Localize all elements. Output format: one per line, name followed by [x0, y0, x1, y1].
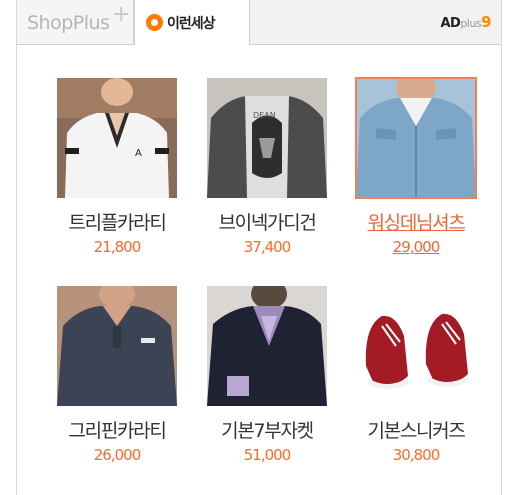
svg-text:DEAN: DEAN	[253, 111, 276, 120]
product-price: 21,800	[93, 238, 142, 256]
tab-ireon-sesang[interactable]: 이런세상	[134, 0, 250, 45]
tab-ireon-sesang-label: 이런세상	[167, 16, 216, 32]
product-price: 29,000	[392, 238, 441, 256]
adplus-word: plus	[460, 17, 482, 30]
product-price: 26,000	[93, 446, 142, 464]
product-price: 37,400	[243, 238, 292, 256]
product-image[interactable]	[355, 77, 477, 199]
shopping-widget: ShopPlus + 이런세상 ADplus9 A 트리플카라티 21,800 …	[16, 0, 502, 495]
product-image[interactable]: DEAN	[207, 78, 327, 198]
shopplus-label: ShopPlus	[27, 12, 110, 34]
product-image[interactable]	[57, 286, 177, 406]
svg-text:A: A	[135, 148, 142, 159]
plus-icon: +	[112, 2, 131, 27]
product-name[interactable]: 브이넥가디건	[197, 208, 337, 235]
tab-bar: ShopPlus + 이런세상 ADplus9	[17, 0, 501, 45]
product-price: 30,800	[392, 446, 441, 464]
product-name[interactable]: 그리핀카라티	[47, 416, 187, 443]
adplus-number: 9	[481, 13, 491, 31]
product-name[interactable]: 워싱데님셔츠	[346, 208, 486, 235]
product-image[interactable]	[207, 286, 327, 406]
product-price: 51,000	[243, 446, 292, 464]
adplus-logo[interactable]: ADplus9	[440, 13, 491, 31]
product-name[interactable]: 기본7부자켓	[197, 416, 337, 443]
product-image[interactable]: A	[57, 78, 177, 198]
adplus-brand: AD	[440, 16, 461, 31]
ireon-sesang-logo-icon	[146, 14, 163, 31]
product-name[interactable]: 기본스니커즈	[346, 416, 486, 443]
tab-shopplus[interactable]: ShopPlus +	[17, 0, 134, 44]
product-image[interactable]	[356, 286, 476, 406]
product-name[interactable]: 트리플카라티	[47, 208, 187, 235]
